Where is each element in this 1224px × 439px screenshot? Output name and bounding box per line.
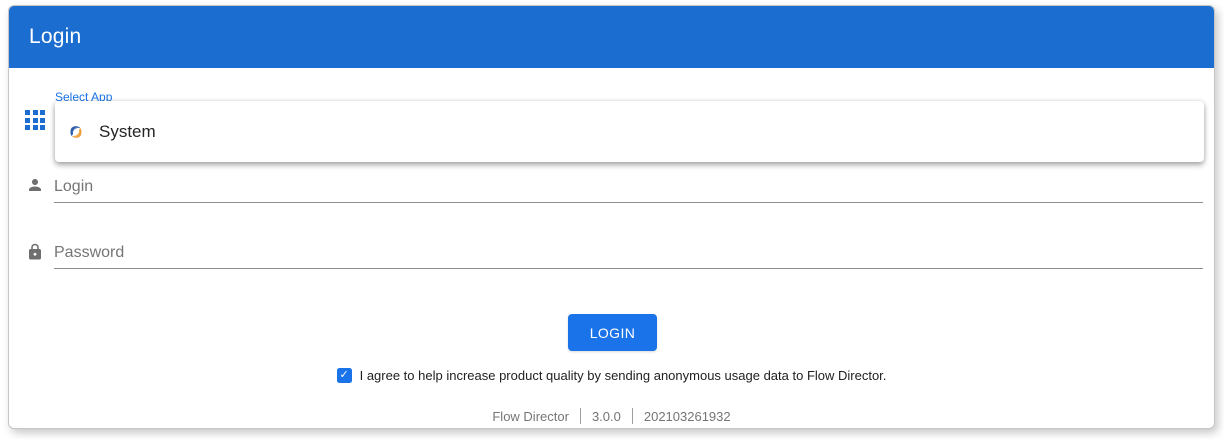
- app-option-label: System: [99, 122, 156, 142]
- footer-divider: [632, 408, 633, 424]
- footer-product-name: Flow Director: [492, 409, 569, 424]
- footer: Flow Director 3.0.0 202103261932: [9, 408, 1214, 424]
- login-button[interactable]: LOGIN: [568, 314, 657, 351]
- password-input[interactable]: [54, 238, 1203, 269]
- system-logo-icon: [66, 122, 86, 142]
- header-bar: Login: [9, 6, 1214, 68]
- page-title: Login: [29, 25, 81, 49]
- checkmark-icon: ✓: [339, 370, 348, 381]
- apps-grid-icon[interactable]: [25, 110, 45, 130]
- footer-build-number: 202103261932: [644, 409, 731, 424]
- footer-version: 3.0.0: [592, 409, 621, 424]
- login-input[interactable]: [54, 172, 1203, 203]
- app-select-dropdown-panel: System: [55, 101, 1204, 162]
- consent-checkbox[interactable]: ✓: [337, 368, 352, 383]
- login-card: Login Select App System: [8, 5, 1215, 429]
- consent-row: ✓ I agree to help increase product quali…: [9, 368, 1214, 383]
- footer-divider: [580, 408, 581, 424]
- lock-icon: [26, 243, 44, 261]
- person-icon: [26, 176, 44, 194]
- app-option-system[interactable]: System: [55, 101, 1204, 162]
- consent-label: I agree to help increase product quality…: [360, 368, 887, 383]
